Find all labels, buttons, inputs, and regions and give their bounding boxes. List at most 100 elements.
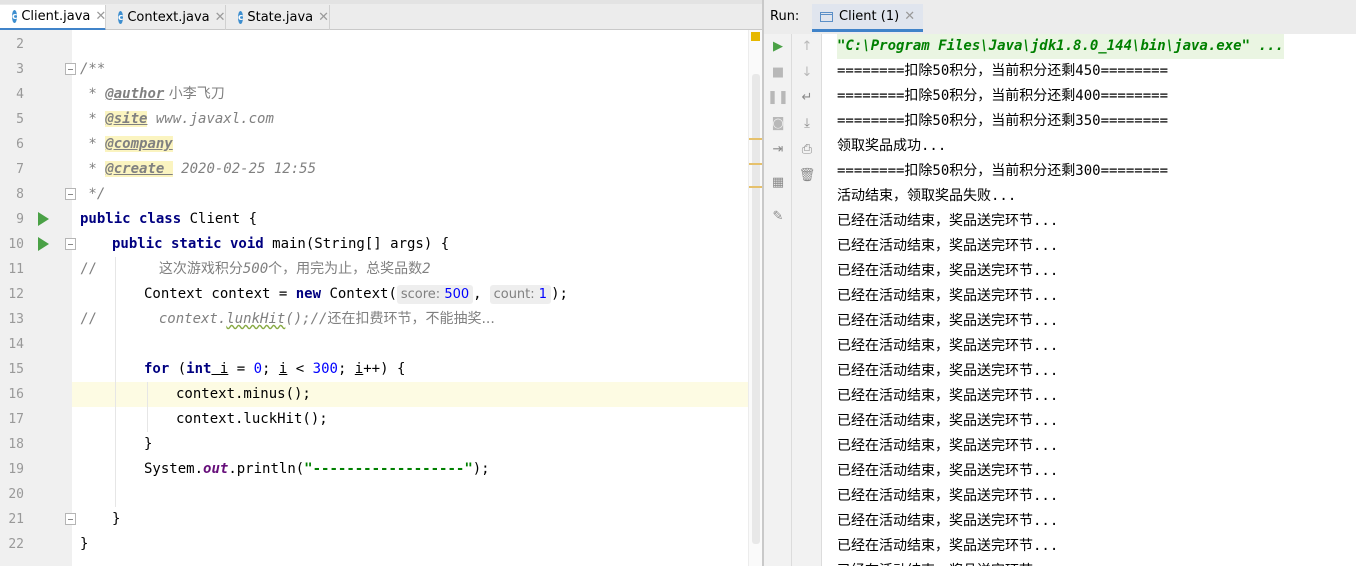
pin-icon[interactable]: ✎ bbox=[768, 206, 788, 226]
tab-label: State.java bbox=[247, 10, 314, 25]
code-line[interactable]: 5 * @site www.javaxl.com bbox=[0, 107, 762, 132]
line-number: 9 bbox=[16, 212, 24, 227]
tab-client-java[interactable]: c Client.java ✕ bbox=[0, 5, 106, 31]
close-icon[interactable]: ✕ bbox=[215, 10, 226, 25]
rerun-icon[interactable]: ▶ bbox=[768, 36, 788, 56]
login-icon[interactable]: ⇥ bbox=[768, 139, 788, 159]
code-token: 这次游戏积分 bbox=[158, 261, 243, 277]
code-line[interactable]: 22} bbox=[0, 532, 762, 557]
code-token: * bbox=[80, 136, 106, 152]
run-tab-client[interactable]: Client (1) ✕ bbox=[812, 4, 924, 32]
code-line[interactable]: 7 * @create 2020-02-25 12:55 bbox=[0, 157, 762, 182]
warning-indicator-icon[interactable] bbox=[751, 32, 760, 41]
tab-state-java[interactable]: c State.java ✕ bbox=[226, 5, 330, 30]
code-text: // 这次游戏积分500个，用完为止，总奖品数2 bbox=[80, 257, 431, 282]
code-line[interactable]: 8 */ bbox=[0, 182, 762, 207]
trash-icon[interactable]: 🗑 bbox=[797, 165, 817, 185]
code-token: ; bbox=[262, 361, 279, 377]
close-icon[interactable]: ✕ bbox=[95, 9, 106, 24]
soft-wrap-icon[interactable]: ↵ bbox=[797, 87, 817, 107]
print-icon[interactable]: ⎙ bbox=[797, 139, 817, 159]
layout-icon[interactable]: ▦ bbox=[768, 172, 788, 192]
console-output-line[interactable]: 已经在活动结束，奖品送完环节... bbox=[837, 534, 1058, 559]
line-number: 12 bbox=[8, 287, 24, 302]
console-output-line[interactable]: 已经在活动结束，奖品送完环节... bbox=[837, 284, 1058, 309]
code-text: System.out.println("------------------")… bbox=[144, 457, 490, 482]
code-token: .println( bbox=[228, 461, 305, 477]
console-command-line[interactable]: "C:\Program Files\Java\jdk1.8.0_144\bin\… bbox=[837, 34, 1284, 59]
fold-toggle-icon[interactable] bbox=[65, 513, 76, 525]
fold-toggle-icon[interactable] bbox=[65, 188, 76, 200]
line-number: 5 bbox=[16, 112, 24, 127]
camera-icon[interactable]: ◙ bbox=[768, 113, 788, 133]
code-editor-pane: c Client.java ✕ c Context.java ✕ c State… bbox=[0, 0, 763, 566]
console-output-line[interactable]: 已经在活动结束，奖品送完环节... bbox=[837, 234, 1058, 259]
code-token: * bbox=[80, 111, 106, 127]
console-output-line[interactable]: 已经在活动结束，奖品送完环节... bbox=[837, 459, 1058, 484]
run-gutter-icon[interactable] bbox=[38, 237, 49, 251]
console-output-line[interactable]: ========扣除50积分，当前积分还剩400======== bbox=[837, 84, 1168, 109]
console-output-line[interactable]: ========扣除50积分，当前积分还剩300======== bbox=[837, 159, 1168, 184]
console-output-line[interactable]: 已经在活动结束，奖品送完环节... bbox=[837, 334, 1058, 359]
down-arrow-icon[interactable]: ↓ bbox=[797, 62, 817, 82]
tab-context-java[interactable]: c Context.java ✕ bbox=[106, 5, 226, 30]
scroll-to-end-icon[interactable]: ⤓ bbox=[797, 113, 817, 133]
console-output-line[interactable]: ========扣除50积分，当前积分还剩350======== bbox=[837, 109, 1168, 134]
console-output[interactable]: "C:\Program Files\Java\jdk1.8.0_144\bin\… bbox=[822, 34, 1356, 566]
console-output-line[interactable]: 已经在活动结束，奖品送完环节... bbox=[837, 484, 1058, 509]
code-token: public class bbox=[80, 211, 182, 227]
code-token: * bbox=[80, 86, 106, 102]
stripe-mark[interactable] bbox=[749, 138, 763, 140]
console-output-line[interactable]: 已经在活动结束，奖品送完环节... bbox=[837, 409, 1058, 434]
code-token: } bbox=[144, 436, 153, 452]
code-line[interactable]: 3 /** bbox=[0, 57, 762, 82]
code-line[interactable]: 16 context.minus(); bbox=[8, 382, 748, 407]
up-arrow-icon[interactable]: ↑ bbox=[797, 36, 817, 56]
stripe-mark[interactable] bbox=[749, 163, 763, 165]
code-text: /** bbox=[80, 57, 105, 82]
code-line[interactable]: 10 public static void main(String[] args)… bbox=[0, 232, 762, 257]
close-icon[interactable]: ✕ bbox=[318, 10, 329, 25]
console-output-line[interactable]: 已经在活动结束，奖品送完环节... bbox=[837, 434, 1058, 459]
fold-toggle-icon[interactable] bbox=[65, 63, 76, 75]
console-output-line[interactable]: 活动结束，领取奖品失败... bbox=[837, 184, 1016, 209]
line-number: 15 bbox=[8, 362, 24, 377]
code-token: context.luckHit(); bbox=[176, 411, 328, 427]
code-text: context.luckHit(); bbox=[176, 407, 328, 432]
code-token: ++) { bbox=[363, 361, 406, 377]
code-token: // bbox=[80, 311, 97, 327]
line-number: 4 bbox=[16, 87, 24, 102]
line-number: 2 bbox=[16, 37, 24, 52]
console-output-line[interactable]: 领取奖品成功... bbox=[837, 134, 946, 159]
code-line[interactable]: 4 * @author 小李飞刀 bbox=[0, 82, 762, 107]
run-toolbar-right: ↑ ↓ ↵ ⤓ ⎙ 🗑 bbox=[792, 34, 822, 566]
run-gutter-icon[interactable] bbox=[38, 212, 49, 226]
code-token: @site bbox=[105, 111, 148, 127]
console-output-line[interactable]: 已经在活动结束，奖品送完环节... bbox=[837, 359, 1058, 384]
console-output-line[interactable]: 已经在活动结束，奖品送完环节... bbox=[837, 559, 1058, 566]
pause-icon[interactable]: ❚❚ bbox=[767, 87, 789, 107]
code-token: public static void bbox=[112, 236, 264, 252]
stop-icon[interactable]: ■ bbox=[768, 62, 788, 82]
code-line[interactable]: 6 * @company bbox=[0, 132, 762, 157]
fold-toggle-icon[interactable] bbox=[65, 238, 76, 250]
console-output-line[interactable]: 已经在活动结束，奖品送完环节... bbox=[837, 309, 1058, 334]
code-token: * bbox=[80, 161, 106, 177]
code-text: } bbox=[144, 432, 152, 457]
code-line[interactable]: 9 public class Client { bbox=[0, 207, 762, 232]
error-stripe[interactable] bbox=[748, 30, 763, 566]
console-output-line[interactable]: 已经在活动结束，奖品送完环节... bbox=[837, 259, 1058, 284]
code-token: @create bbox=[105, 161, 173, 177]
stripe-mark[interactable] bbox=[749, 186, 763, 188]
console-output-line[interactable]: 已经在活动结束，奖品送完环节... bbox=[837, 384, 1058, 409]
line-number: 14 bbox=[8, 337, 24, 352]
console-output-line[interactable]: 已经在活动结束，奖品送完环节... bbox=[837, 209, 1058, 234]
code-token: lunkHit bbox=[226, 311, 286, 327]
console-output-line[interactable]: 已经在活动结束，奖品送完环节... bbox=[837, 509, 1058, 534]
editor-scrollbar[interactable] bbox=[752, 74, 760, 544]
console-output-line[interactable]: ========扣除50积分，当前积分还剩450======== bbox=[837, 59, 1168, 84]
code-line[interactable]: 21} bbox=[0, 507, 762, 532]
close-icon[interactable]: ✕ bbox=[904, 9, 915, 24]
code-line[interactable]: 2 bbox=[0, 32, 762, 57]
code-token: ); bbox=[551, 286, 568, 302]
